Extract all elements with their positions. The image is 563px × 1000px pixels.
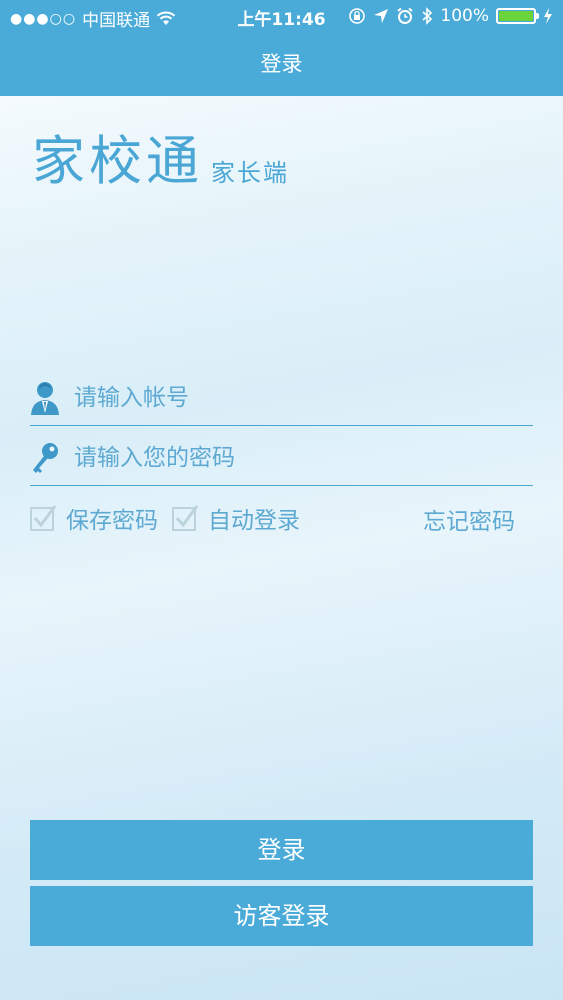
auto-login-label: 自动登录 (208, 508, 300, 534)
nav-bar: 登录 (0, 32, 563, 96)
forgot-password-link[interactable]: 忘记密码 (423, 502, 515, 536)
location-icon (374, 9, 389, 23)
app-title: 家校通 (32, 131, 203, 192)
auto-login-checkbox[interactable]: 自动登录 (172, 500, 300, 536)
battery-icon (496, 8, 539, 24)
battery-fill (499, 11, 533, 21)
page-title: 登录 (260, 52, 303, 76)
alarm-icon (397, 7, 414, 24)
login-options: 保存密码 自动登录 忘记密码 (30, 500, 533, 536)
password-field (30, 430, 533, 486)
app-subtitle: 家长端 (211, 159, 289, 187)
login-button[interactable]: 登录 (30, 820, 533, 880)
save-password-checkbox[interactable]: 保存密码 (30, 500, 158, 536)
app-brand: 家校通 家长端 (32, 128, 289, 196)
key-icon (33, 443, 58, 473)
save-password-label: 保存密码 (66, 508, 158, 534)
checkbox-icon (172, 505, 199, 531)
account-field (30, 370, 533, 426)
password-input[interactable] (74, 436, 524, 480)
battery-percentage: 100% (440, 6, 489, 26)
lock-rotation-icon (349, 8, 366, 24)
user-icon (31, 382, 59, 415)
bluetooth-icon (422, 7, 433, 25)
checkbox-icon (30, 505, 57, 531)
charging-icon (544, 8, 552, 24)
guest-login-button[interactable]: 访客登录 (30, 886, 533, 946)
account-input[interactable] (74, 376, 524, 420)
status-bar: ●●●○○ 中国联通 上午11:46 100% (0, 0, 563, 32)
